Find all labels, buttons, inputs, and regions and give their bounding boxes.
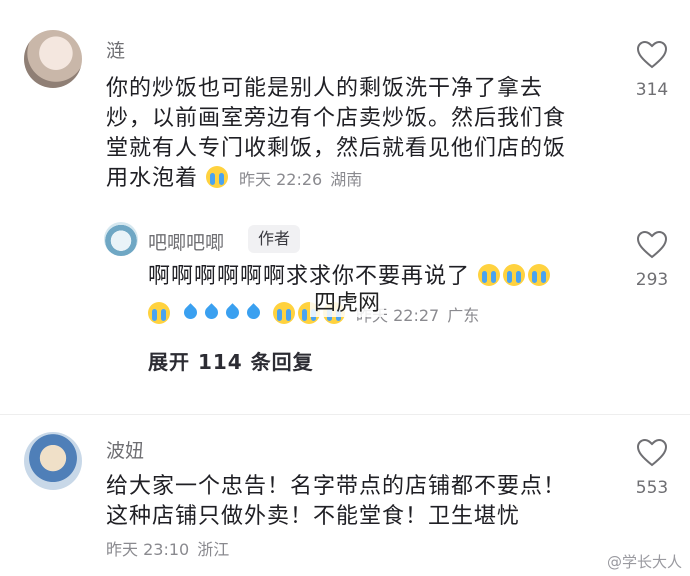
comment-line-last: 用水泡着 昨天 22:26 湖南 bbox=[106, 164, 626, 195]
water-drop-emoji bbox=[244, 302, 262, 324]
comment-line: 给大家一个忠告！名字带点的店铺都不要点！ bbox=[106, 474, 567, 499]
crying-face-emoji bbox=[206, 166, 229, 188]
like-count: 293 bbox=[635, 270, 669, 290]
reply-text: 啊啊啊啊啊啊求求你不要再说了 bbox=[148, 264, 471, 289]
author-badge: 作者 bbox=[248, 225, 301, 253]
comment-location: 浙江 bbox=[197, 540, 230, 559]
comment-username[interactable]: 涟 bbox=[106, 36, 125, 63]
crying-face-emoji bbox=[503, 264, 526, 286]
divider bbox=[0, 414, 690, 415]
avatar[interactable] bbox=[24, 432, 82, 490]
water-drop-emoji bbox=[223, 302, 241, 324]
comment-meta: 昨天 23:10 浙江 bbox=[106, 534, 626, 565]
heart-outline-icon bbox=[636, 230, 668, 259]
water-drop-emoji bbox=[202, 302, 220, 324]
crying-face-emoji bbox=[528, 264, 551, 286]
crying-face-emoji bbox=[273, 302, 295, 324]
comment-username[interactable]: 波妞 bbox=[106, 436, 144, 463]
comment-line: 堂就有人专门收剩饭，然后就看见他们店的饭 bbox=[106, 136, 567, 161]
comment-line: 炒，以前画室旁边有个店卖炒饭。然后我们食 bbox=[106, 106, 567, 131]
comment-line: 你的炒饭也可能是别人的剩饭洗干净了拿去 bbox=[106, 76, 544, 101]
heart-outline-icon bbox=[636, 438, 668, 467]
like-button[interactable]: 314 bbox=[622, 40, 682, 100]
comment-time: 昨天 22:26 bbox=[239, 170, 323, 189]
like-count: 553 bbox=[635, 478, 669, 498]
comment-line: 这种店铺只做外卖！不能堂食！卫生堪忧 bbox=[106, 504, 521, 529]
crying-face-emoji bbox=[478, 264, 501, 286]
like-button[interactable]: 293 bbox=[622, 230, 682, 290]
watermark-corner: @学长大人 bbox=[606, 553, 682, 571]
watermark-center: 四虎网 bbox=[310, 285, 385, 317]
reply-location: 广东 bbox=[447, 306, 480, 325]
expand-replies-button[interactable]: 展开 114 条回复 bbox=[148, 346, 314, 375]
comment-location: 湖南 bbox=[330, 170, 363, 189]
like-count: 314 bbox=[635, 80, 669, 100]
comment-body: 给大家一个忠告！名字带点的店铺都不要点！ 这种店铺只做外卖！不能堂食！卫生堪忧 … bbox=[106, 472, 626, 565]
comment-body: 你的炒饭也可能是别人的剩饭洗干净了拿去 炒，以前画室旁边有个店卖炒饭。然后我们食… bbox=[106, 74, 626, 195]
crying-face-emoji bbox=[148, 302, 170, 324]
avatar[interactable] bbox=[104, 222, 138, 256]
heart-outline-icon bbox=[636, 40, 668, 69]
comment-line: 用水泡着 bbox=[106, 166, 199, 191]
comment-time: 昨天 23:10 bbox=[106, 540, 190, 559]
like-button[interactable]: 553 bbox=[622, 438, 682, 498]
reply-username[interactable]: 吧唧吧唧 bbox=[148, 228, 224, 255]
water-drop-emoji bbox=[181, 302, 199, 324]
avatar[interactable] bbox=[24, 30, 82, 88]
